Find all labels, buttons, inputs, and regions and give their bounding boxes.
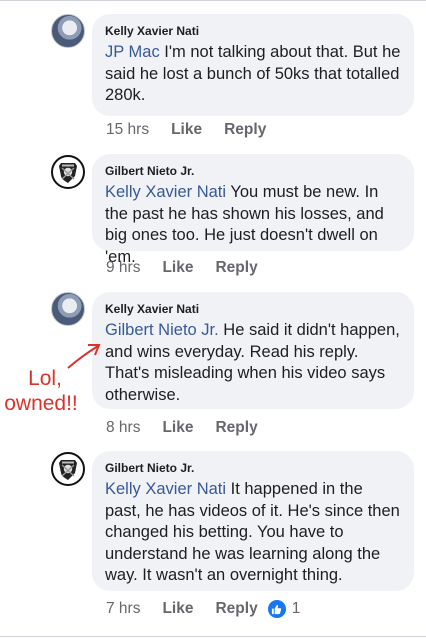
reply-button[interactable]: Reply xyxy=(215,419,257,437)
annotation-arrow xyxy=(67,344,101,369)
comment-text: Kelly Xavier Nati You must be new. In th… xyxy=(105,182,401,268)
comment-text: Kelly Xavier Nati It happened in the pas… xyxy=(105,479,401,587)
annotation-line-2: owned!! xyxy=(4,392,78,415)
comment-text: Gilbert Nieto Jr. He said it didn't happ… xyxy=(105,320,401,406)
like-button[interactable]: Like xyxy=(162,600,193,618)
bottom-divider xyxy=(0,636,426,637)
thumbs-up-icon xyxy=(272,604,282,614)
comment-time[interactable]: 7 hrs xyxy=(106,600,140,618)
comment-bubble: Gilbert Nieto Jr. Kelly Xavier Nati You … xyxy=(92,154,414,266)
comment-bubble: Kelly Xavier Nati Gilbert Nieto Jr. He s… xyxy=(92,292,414,409)
comment-author[interactable]: Gilbert Nieto Jr. xyxy=(105,163,401,179)
reply-button[interactable]: Reply xyxy=(215,600,257,618)
avatar[interactable] xyxy=(51,14,85,48)
comment-time[interactable]: 9 hrs xyxy=(106,259,140,277)
mention-link[interactable]: Gilbert Nieto Jr. xyxy=(105,321,219,339)
comment-text: JP Mac I'm not talking about that. But h… xyxy=(105,42,401,107)
avatar[interactable] xyxy=(51,452,85,486)
raiders-logo-icon xyxy=(59,460,77,480)
comment-author[interactable]: Kelly Xavier Nati xyxy=(105,301,401,317)
like-button[interactable]: Like xyxy=(162,419,193,437)
reaction-count[interactable]: 1 xyxy=(292,600,301,618)
reply-button[interactable]: Reply xyxy=(215,259,257,277)
comment-time[interactable]: 8 hrs xyxy=(106,419,140,437)
comment-time[interactable]: 15 hrs xyxy=(106,121,149,139)
mention-link[interactable]: Kelly Xavier Nati xyxy=(105,480,226,498)
raiders-logo-icon xyxy=(59,163,77,183)
like-button[interactable]: Like xyxy=(162,259,193,277)
comment-author[interactable]: Gilbert Nieto Jr. xyxy=(105,460,401,476)
comment-actions: 8 hrs Like Reply xyxy=(106,419,258,437)
mention-link[interactable]: JP Mac xyxy=(105,43,160,61)
comment-author[interactable]: Kelly Xavier Nati xyxy=(105,23,401,39)
comment-actions: 9 hrs Like Reply xyxy=(106,259,258,277)
reply-button[interactable]: Reply xyxy=(224,121,266,139)
comment-bubble: Gilbert Nieto Jr. Kelly Xavier Nati It h… xyxy=(92,451,414,591)
mention-link[interactable]: Kelly Xavier Nati xyxy=(105,183,226,201)
comment-actions: 7 hrs Like Reply 1 xyxy=(106,600,300,618)
avatar[interactable] xyxy=(51,155,85,189)
comment-actions: 15 hrs Like Reply xyxy=(106,121,266,139)
like-button[interactable]: Like xyxy=(171,121,202,139)
avatar[interactable] xyxy=(51,292,85,326)
like-reaction-icon[interactable] xyxy=(267,600,286,618)
top-divider xyxy=(0,0,426,1)
comment-bubble: Kelly Xavier Nati JP Mac I'm not talking… xyxy=(92,14,414,116)
handwritten-annotation: Lol, owned!! xyxy=(0,366,90,416)
